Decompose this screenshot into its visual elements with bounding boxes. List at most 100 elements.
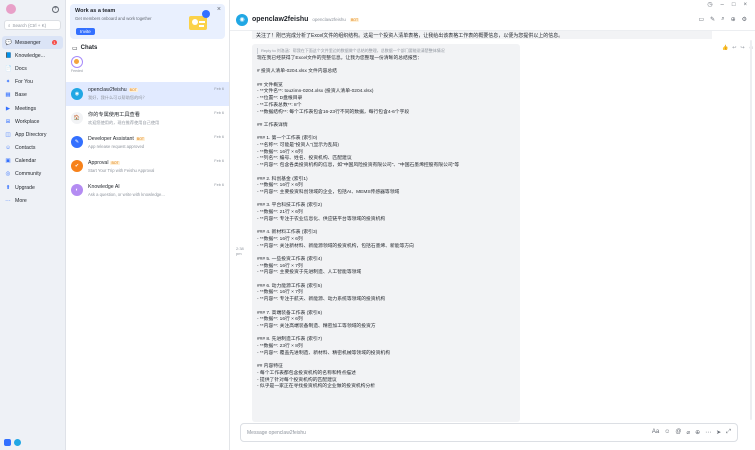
org-icon[interactable]: [14, 439, 21, 446]
doc-icon: 📄: [5, 65, 12, 72]
message-line: ## 工作表详情: [257, 122, 288, 128]
message-line: 现在我已经获得了Excel文件的完整信息。让我为您整理一份清晰的总结报告：: [257, 56, 423, 61]
chat-bubble-icon: ▭: [72, 45, 78, 52]
story-strip: Feeded: [66, 56, 229, 82]
nav-item-label: Knowledge...: [15, 52, 45, 59]
message-line: - **数据**: 16行 × 6列: [257, 236, 303, 242]
search-box[interactable]: ⌕ Search (Ctrl + K): [4, 20, 61, 30]
chat-row[interactable]: ◉ openclaw2feishu BOT 我好，我什么可以帮助您的吗？ Feb 6: [66, 82, 229, 106]
scrollbar[interactable]: [750, 40, 752, 420]
pin-icon[interactable]: ✎: [710, 16, 715, 23]
chat-date: Feb 6: [214, 159, 224, 163]
grid-icon: ▦: [5, 92, 11, 99]
chat-row[interactable]: ✔ Approval BOT Start Your Trip with Feishu …: [66, 154, 229, 178]
bot-tag: BOT: [128, 88, 138, 92]
nav-item-11[interactable]: ⬆ Upgrade: [0, 181, 65, 194]
star-icon: ✦: [5, 79, 11, 86]
search-placeholder: Search (Ctrl + K): [12, 22, 47, 28]
nav-bottom: [4, 439, 21, 446]
apps-icon: ⊞: [5, 118, 11, 125]
nav-item-1[interactable]: 📘 Knowledge...: [0, 49, 65, 62]
chat-avatar: ✔: [71, 160, 83, 172]
chat-name-line: Approval BOT: [88, 160, 224, 166]
chat-avatar: ◐: [71, 184, 83, 196]
nav-item-7[interactable]: ◫ App Directory: [0, 128, 65, 141]
nav-item-3[interactable]: ✦ For You: [0, 76, 65, 89]
chat-name-line: Developer Assistant BOT: [88, 136, 224, 142]
chat-row[interactable]: 🏠 你的专属使用工具查看 欢迎您使用的，现在推荐使用自己使用 Feb 6: [66, 106, 229, 130]
nav-item-label: For You: [15, 79, 33, 86]
story-avatar[interactable]: [71, 56, 83, 68]
bot-avatar[interactable]: ◉: [236, 13, 248, 26]
message-bubble: Reply to 刘洛涵：帮我在下面这个文件里边的数据做个总结的整理，总数据一个…: [252, 44, 520, 422]
message-line: - **内容**: 关注高端装备制造、精密加工等领域的投资方: [257, 323, 376, 329]
upgrade-icon: ⬆: [5, 184, 11, 191]
chats-header: ▭ Chats: [66, 41, 229, 55]
forward-icon[interactable]: ↪: [740, 45, 744, 51]
chat-preview: App release request approved: [88, 143, 145, 149]
search-icon[interactable]: ⌕: [721, 16, 724, 23]
add-icon[interactable]: ⊕: [695, 429, 700, 436]
message-line: - **数据**: 16行 × 6列: [257, 183, 303, 189]
maximize-icon[interactable]: □: [732, 2, 736, 8]
chat-preview: Start Your Trip with Feishu Approval: [88, 167, 155, 173]
message-time: 2:38 pm: [236, 246, 244, 256]
bot-tag: BOT: [349, 17, 360, 22]
chat-main: openclaw2feishu BOT 我好，我什么可以帮助您的吗？: [88, 87, 224, 101]
nav-item-2[interactable]: 📄 Docs: [0, 62, 65, 75]
nav-item-8[interactable]: ☺ Contacts: [0, 142, 65, 155]
chat-name: Developer Assistant: [88, 135, 134, 142]
emoji-icon[interactable]: ☺: [664, 429, 670, 436]
team-illustration-icon: [189, 10, 210, 30]
chat-icon[interactable]: ▭: [699, 16, 705, 23]
message-input[interactable]: [247, 429, 652, 436]
nav-item-9[interactable]: ▣ Calendar: [0, 155, 65, 168]
story-label: Feeded: [71, 69, 83, 73]
thumbs-up-icon[interactable]: 👍: [722, 45, 728, 51]
expand-icon[interactable]: ⤢: [726, 429, 731, 436]
chat-list-panel: Work as a team Get members onboard and w…: [66, 0, 230, 450]
invite-button[interactable]: Invite: [76, 28, 95, 35]
user-avatar[interactable]: [6, 4, 16, 14]
chat-name-line: Knowledge AI: [88, 184, 224, 190]
previous-message: 关注了！刚已完成分析了Excel文件的组织结构。这是一个投资人清单表格，让我给出…: [252, 31, 712, 39]
nav-item-label: App Directory: [15, 131, 47, 138]
attach-icon[interactable]: ⌀: [687, 429, 691, 436]
conversation-subtitle: openclaw2feishu: [312, 17, 346, 22]
chat-name-line: openclaw2feishu BOT: [88, 87, 224, 93]
app-window: + ⌕ Search (Ctrl + K) 💬 Messenger 1 📘 Knowle…: [0, 0, 755, 450]
calendar-icon: ▣: [5, 158, 11, 165]
more-icon[interactable]: ⋯: [705, 429, 711, 436]
chat-date: Feb 6: [214, 135, 224, 139]
send-icon[interactable]: ➤: [716, 429, 721, 436]
close-icon[interactable]: ×: [217, 6, 221, 13]
add-member-icon[interactable]: ⊕: [731, 16, 736, 23]
message-line: - **数据结构**: 每个工作表包含16-23行不同的数据，每行包含4-6个字…: [257, 109, 410, 115]
plus-icon[interactable]: +: [52, 5, 59, 13]
chat-row[interactable]: ✎ Developer Assistant BOT App release reque…: [66, 130, 229, 154]
message-line: - 似乎是一家正在寻找投资机构的企业做的投资机构分析: [257, 384, 376, 390]
nav-item-4[interactable]: ▦ Base: [0, 89, 65, 102]
chat-row[interactable]: ◐ Knowledge AI Ask a question, or write wi…: [66, 178, 229, 202]
format-icon[interactable]: Aa: [652, 429, 659, 436]
message-line: - **位置**: D盘根目录: [257, 96, 303, 102]
chat-main: Approval BOT Start Your Trip with Feishu A…: [88, 160, 224, 173]
chat-name-line: 你的专属使用工具查看: [88, 111, 224, 118]
reply-quote[interactable]: Reply to 刘洛涵：帮我在下面这个文件里边的数据做个总结的整理，总数据一个…: [257, 48, 515, 54]
nav-item-5[interactable]: ▶ Meetings: [0, 102, 65, 115]
nav-item-6[interactable]: ⊞ Workplace: [0, 115, 65, 128]
nav-item-0[interactable]: 💬 Messenger 1: [2, 36, 63, 50]
reply-icon[interactable]: ↩: [732, 45, 736, 51]
nav-item-label: More: [15, 197, 27, 204]
account-switch-icon[interactable]: [4, 439, 11, 446]
nav-item-12[interactable]: ⋯ More: [0, 194, 65, 207]
community-icon: ◎: [5, 171, 11, 178]
chat-preview: 我好，我什么可以帮助您的吗？: [88, 95, 147, 100]
close-window-icon[interactable]: ×: [743, 2, 747, 8]
mention-icon[interactable]: @: [675, 429, 681, 436]
nav-item-10[interactable]: ◎ Community: [0, 168, 65, 181]
history-icon[interactable]: ◷: [707, 1, 712, 8]
minimize-icon[interactable]: –: [721, 2, 724, 8]
settings-icon[interactable]: ⚙: [742, 16, 747, 23]
message-line: - **名称**: 可能是"投资人"(显示为乱码): [257, 143, 340, 149]
